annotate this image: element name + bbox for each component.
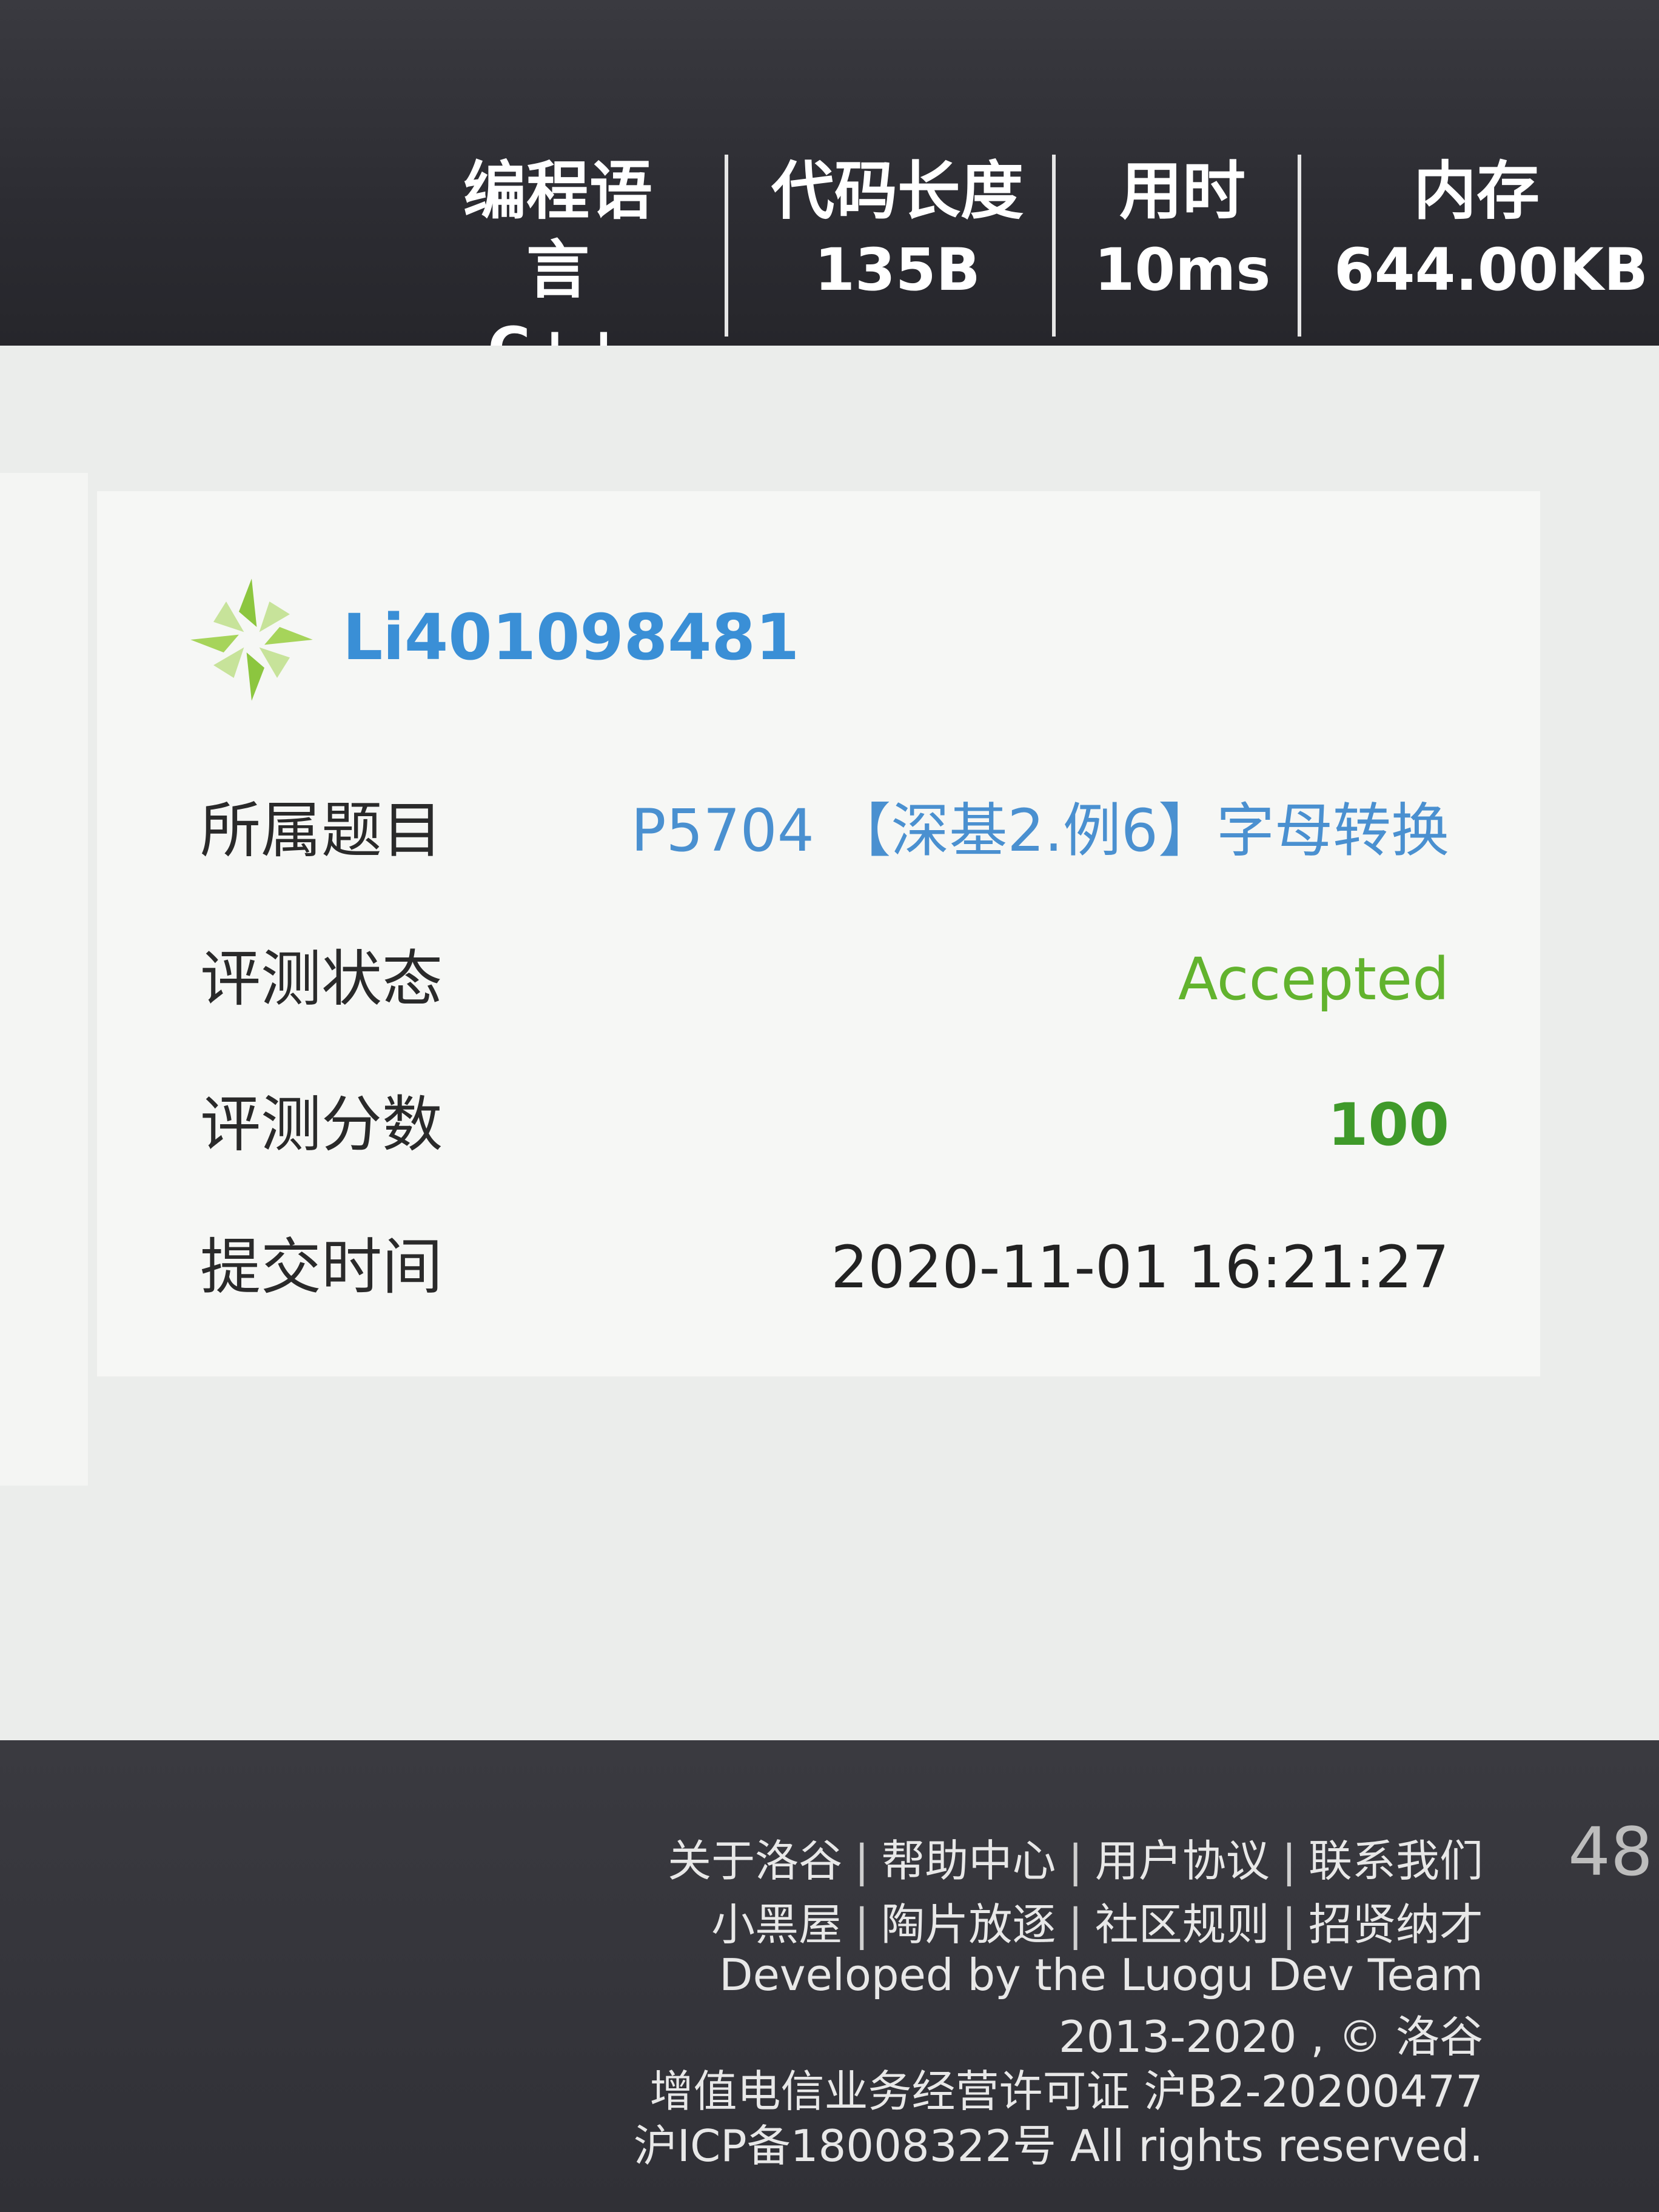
submit-time-value: 2020-11-01 16:21:27 bbox=[831, 1233, 1449, 1301]
info-label-score: 评测分数 bbox=[200, 1089, 443, 1160]
stat-memory-label: 内存 bbox=[1413, 154, 1540, 228]
footer-separator: | bbox=[854, 1899, 870, 1950]
info-label-submit-time: 提交时间 bbox=[200, 1232, 443, 1302]
stat-code-length-value: 135B bbox=[814, 236, 980, 304]
problem-link[interactable]: P5704 【深基2.例6】字母转换 bbox=[631, 782, 1449, 879]
info-row-score: 评测分数 100 bbox=[200, 1076, 1449, 1173]
status-badge: Accepted bbox=[1178, 945, 1449, 1013]
footer-link-ostracism[interactable]: 陶片放逐 bbox=[881, 1899, 1056, 1950]
stat-divider bbox=[725, 155, 728, 337]
footer-developed-by: Developed by the Luogu Dev Team bbox=[719, 1949, 1483, 2000]
score-value: 100 bbox=[1327, 1091, 1449, 1159]
stat-time-label: 用时 bbox=[1119, 154, 1245, 228]
info-label-problem: 所属题目 bbox=[200, 795, 443, 866]
username-link[interactable]: Li401098481 bbox=[343, 600, 799, 674]
footer-separator: | bbox=[1281, 1899, 1296, 1950]
info-row-submit-time: 提交时间 2020-11-01 16:21:27 bbox=[200, 1219, 1449, 1316]
stat-time-value: 10ms bbox=[1094, 236, 1271, 304]
submission-stats-bar: 编程语言 C++ 代码长度 135B 用时 10ms 内存 644.00KB bbox=[0, 0, 1659, 383]
footer-link-contact[interactable]: 联系我们 bbox=[1309, 1835, 1483, 1886]
footer-separator: | bbox=[1068, 1899, 1083, 1950]
footer-link-help[interactable]: 帮助中心 bbox=[881, 1835, 1056, 1886]
info-row-status: 评测状态 Accepted bbox=[200, 931, 1449, 1028]
submission-info-card: Li401098481 所属题目 P5704 【深基2.例6】字母转换 评测状态… bbox=[97, 491, 1540, 1376]
stat-divider bbox=[1298, 155, 1301, 337]
footer-links-row-1: 关于洛谷 | 帮助中心 | 用户协议 | 联系我们 bbox=[668, 1825, 1483, 1889]
footer-link-about[interactable]: 关于洛谷 bbox=[668, 1835, 842, 1886]
footer-links-row-2: 小黑屋 | 陶片放逐 | 社区规则 | 招贤纳才 bbox=[711, 1889, 1483, 1952]
footer-separator: | bbox=[854, 1835, 870, 1886]
stat-language-label: 编程语言 bbox=[463, 154, 652, 307]
footer-link-jobs[interactable]: 招贤纳才 bbox=[1309, 1899, 1483, 1950]
stat-code-length: 代码长度 135B bbox=[770, 152, 1025, 309]
footer-separator: | bbox=[1068, 1835, 1083, 1886]
left-panel-edge bbox=[0, 473, 88, 1486]
main-content: Li401098481 所属题目 P5704 【深基2.例6】字母转换 评测状态… bbox=[0, 346, 1659, 1740]
stat-code-length-label: 代码长度 bbox=[771, 154, 1024, 228]
footer-link-blacklist[interactable]: 小黑屋 bbox=[711, 1899, 842, 1950]
info-label-status: 评测状态 bbox=[200, 943, 443, 1014]
footer-link-agreement[interactable]: 用户协议 bbox=[1095, 1835, 1270, 1886]
footer-link-rules[interactable]: 社区规则 bbox=[1095, 1899, 1270, 1950]
stat-memory-value: 644.00KB bbox=[1334, 236, 1649, 304]
user-avatar-icon[interactable] bbox=[188, 576, 315, 703]
stat-time: 用时 10ms bbox=[1091, 152, 1273, 309]
info-row-problem: 所属题目 P5704 【深基2.例6】字母转换 bbox=[200, 782, 1449, 879]
footer-separator: | bbox=[1281, 1835, 1296, 1886]
zoom-indicator: 48 bbox=[1568, 1813, 1653, 1891]
stat-divider bbox=[1052, 155, 1056, 337]
stat-memory: 内存 644.00KB bbox=[1334, 152, 1649, 309]
footer-icp[interactable]: 沪ICP备18008322号 All rights reserved. bbox=[634, 2110, 1483, 2174]
